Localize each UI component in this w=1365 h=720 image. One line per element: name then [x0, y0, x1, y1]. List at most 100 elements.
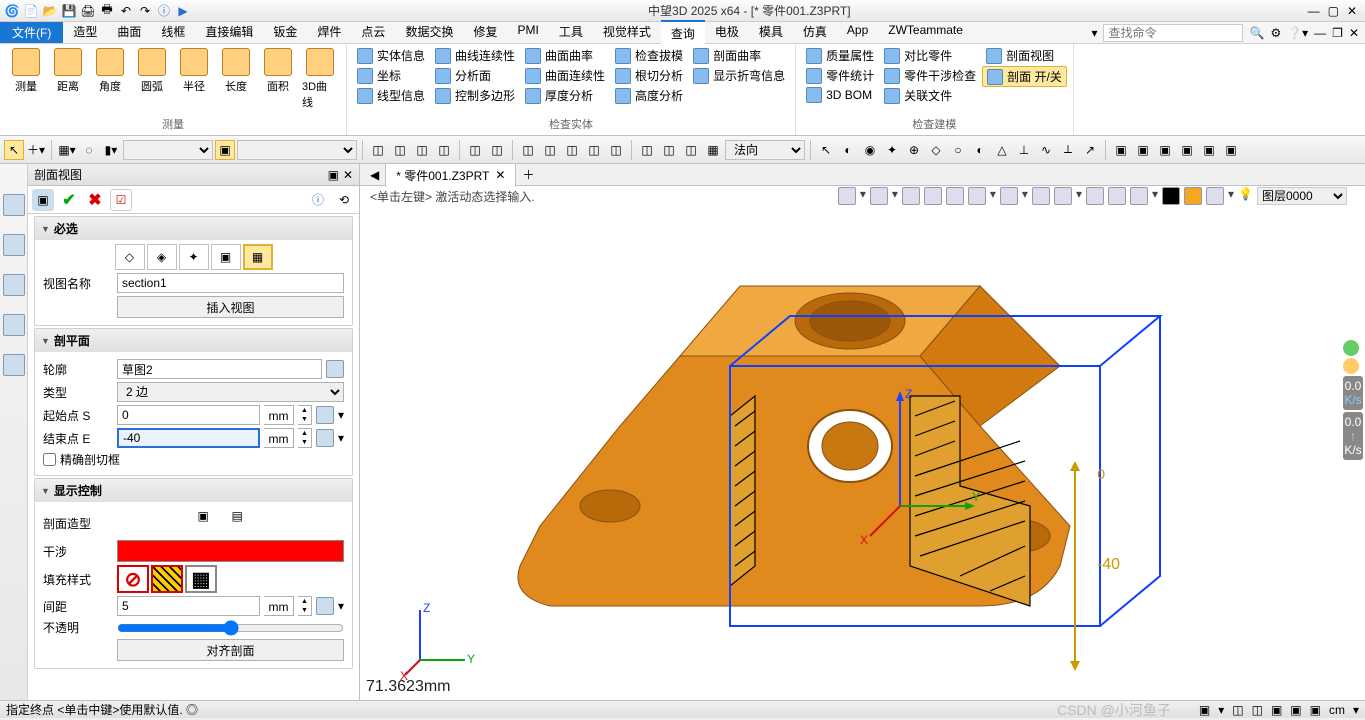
direction-select[interactable]: 法向 [725, 140, 805, 160]
plane-3d-icon[interactable]: ▣ [211, 244, 241, 270]
hatch-diag-icon[interactable] [151, 565, 183, 593]
v-black-icon[interactable] [1162, 187, 1180, 205]
ribbon-控制多边形[interactable]: 控制多边形 [431, 86, 519, 105]
ribbon-tab-App[interactable]: App [837, 20, 878, 45]
ribbon-3D BOM[interactable]: 3D BOM [802, 86, 878, 104]
t1-icon[interactable]: ◫ [368, 140, 388, 160]
ribbon-线型信息[interactable]: 线型信息 [353, 86, 429, 105]
ribbon-高度分析[interactable]: 高度分析 [611, 86, 687, 105]
ribbon-长度[interactable]: 长度 [216, 46, 256, 96]
t4-icon[interactable]: ◫ [434, 140, 454, 160]
manager-user-icon[interactable] [3, 354, 25, 376]
ribbon-tab-PMI[interactable]: PMI [507, 20, 548, 45]
ribbon-曲面连续性[interactable]: 曲面连续性 [521, 66, 609, 85]
ribbon-tab-修复[interactable]: 修复 [463, 20, 507, 45]
t23-icon[interactable]: ◐ [970, 140, 990, 160]
t17-icon[interactable]: ◐ [838, 140, 858, 160]
play-icon[interactable]: ▶ [175, 3, 191, 19]
t21-icon[interactable]: ◇ [926, 140, 946, 160]
ribbon-测量[interactable]: 测量 [6, 46, 46, 96]
start-input[interactable] [117, 405, 260, 425]
minimize-icon[interactable]: — [1308, 4, 1320, 18]
ribbon-剖面 开/关[interactable]: 剖面 开/关 [982, 66, 1067, 87]
t12-icon[interactable]: ◫ [637, 140, 657, 160]
type-select[interactable]: 2 边 [117, 382, 344, 402]
ribbon-tab-视觉样式[interactable]: 视觉样式 [593, 20, 661, 45]
style-solid-icon[interactable]: ▣ [198, 509, 230, 537]
ribbon-分析面[interactable]: 分析面 [431, 66, 519, 85]
ok-button[interactable]: ✔ [58, 189, 80, 211]
manager-tree-icon[interactable] [3, 234, 25, 256]
ribbon-距离[interactable]: 距离 [48, 46, 88, 96]
v7-icon[interactable] [1000, 187, 1018, 205]
ribbon-显示折弯信息[interactable]: 显示折弯信息 [689, 66, 789, 85]
t13-icon[interactable]: ◫ [659, 140, 679, 160]
ribbon-剖面曲率[interactable]: 剖面曲率 [689, 46, 789, 65]
v5-icon[interactable] [946, 187, 964, 205]
sb8-icon[interactable]: cm [1329, 703, 1345, 717]
gear-icon[interactable]: ⚙ [1270, 26, 1281, 40]
t16-icon[interactable]: ↖ [816, 140, 836, 160]
panel-undock-icon[interactable]: ▣ [328, 168, 339, 182]
t29-icon[interactable]: ▣ [1111, 140, 1131, 160]
dim-value[interactable]: -40 [1097, 556, 1120, 574]
manager-box-icon[interactable] [3, 274, 25, 296]
t26-icon[interactable]: ∿ [1036, 140, 1056, 160]
add-icon[interactable]: ＋▾ [26, 140, 46, 160]
dropdown-icon[interactable]: ▾ [1091, 26, 1097, 40]
t28-icon[interactable]: ↗ [1080, 140, 1100, 160]
ribbon-对比零件[interactable]: 对比零件 [880, 46, 980, 65]
tab-close-icon[interactable]: ✕ [495, 168, 505, 182]
reset-icon[interactable]: ⟲ [333, 189, 355, 211]
v13-icon[interactable] [1206, 187, 1224, 205]
document-tab[interactable]: * 零件001.Z3PRT✕ [385, 163, 516, 187]
3d-canvas[interactable]: Z Y X Z Y X 0 -40 71.3623mm [360, 206, 1365, 700]
ribbon-曲线连续性[interactable]: 曲线连续性 [431, 46, 519, 65]
t14-icon[interactable]: ◫ [681, 140, 701, 160]
end-pick-icon[interactable] [316, 429, 334, 447]
t11-icon[interactable]: ◫ [606, 140, 626, 160]
ribbon-检查拔模[interactable]: 检查拔模 [611, 46, 687, 65]
cube-icon[interactable]: ▣ [215, 140, 235, 160]
t24-icon[interactable]: △ [992, 140, 1012, 160]
start-pick-icon[interactable] [316, 406, 334, 424]
close-icon[interactable]: ✕ [1347, 4, 1357, 18]
cancel-button[interactable]: ✖ [84, 189, 106, 211]
end-spin[interactable]: ▲▼ [298, 428, 312, 448]
file-menu[interactable]: 文件(F) [0, 22, 63, 43]
ribbon-tab-电极[interactable]: 电极 [705, 20, 749, 45]
restore-icon[interactable]: ❐ [1332, 26, 1343, 40]
t3-icon[interactable]: ◫ [412, 140, 432, 160]
t8-icon[interactable]: ◫ [540, 140, 560, 160]
t15-icon[interactable]: ▦ [703, 140, 723, 160]
t10-icon[interactable]: ◫ [584, 140, 604, 160]
start-spin[interactable]: ▲▼ [298, 405, 312, 425]
hatch-grid-icon[interactable]: ▦ [185, 565, 217, 593]
command-search[interactable] [1103, 24, 1243, 42]
v6-icon[interactable] [968, 187, 986, 205]
ribbon-tab-焊件[interactable]: 焊件 [307, 20, 351, 45]
style-wire-icon[interactable]: ▤ [232, 509, 264, 537]
ribbon-tab-仿真[interactable]: 仿真 [793, 20, 837, 45]
t32-icon[interactable]: ▣ [1177, 140, 1197, 160]
ribbon-面积[interactable]: 面积 [258, 46, 298, 96]
ribbon-tab-点云[interactable]: 点云 [351, 20, 395, 45]
ribbon-坐标[interactable]: 坐标 [353, 66, 429, 85]
bulb-icon[interactable]: 💡 [1238, 187, 1253, 205]
t27-icon[interactable]: ⟂ [1058, 140, 1078, 160]
ribbon-曲面曲率[interactable]: 曲面曲率 [521, 46, 609, 65]
t18-icon[interactable]: ◉ [860, 140, 880, 160]
ribbon-tab-造型[interactable]: 造型 [63, 20, 107, 45]
ribbon-tab-钣金[interactable]: 钣金 [263, 20, 307, 45]
ribbon-关联文件[interactable]: 关联文件 [880, 86, 980, 105]
t25-icon[interactable]: ⊥ [1014, 140, 1034, 160]
panel-close-icon[interactable]: ✕ [343, 168, 353, 182]
hatch-none-icon[interactable]: ⊘ [117, 565, 149, 593]
t33-icon[interactable]: ▣ [1199, 140, 1219, 160]
interference-color[interactable] [117, 540, 344, 562]
align-button[interactable]: 对齐剖面 [117, 639, 344, 661]
t20-icon[interactable]: ⊕ [904, 140, 924, 160]
layer-select[interactable]: 图层0000 [1257, 187, 1347, 205]
v12-icon[interactable] [1130, 187, 1148, 205]
ribbon-质量属性[interactable]: 质量属性 [802, 46, 878, 65]
